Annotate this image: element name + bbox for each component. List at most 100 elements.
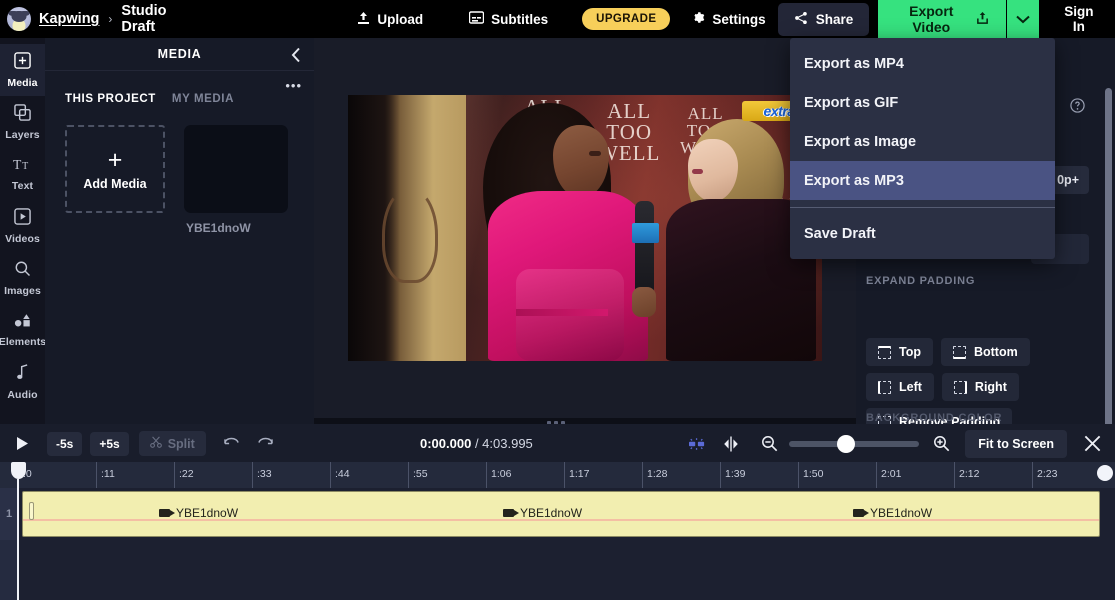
help-icon[interactable] [1070,98,1085,118]
menu-divider [790,207,1055,208]
media-asset-item[interactable]: YBE1dnoW [184,125,288,235]
play-button[interactable] [10,432,34,456]
media-tabs: THIS PROJECT MY MEDIA ••• [45,71,314,105]
time-separator: / [471,436,483,451]
ruler-tick: 2:12 [954,462,979,488]
clip-name: YBE1dnoW [520,506,583,520]
ruler-tick: 2:01 [876,462,901,488]
video-clip-icon [159,509,175,517]
subtitles-label: Subtitles [491,11,549,27]
sidebar-item-media[interactable]: Media [0,44,45,96]
interviewer-body [488,191,648,361]
microphone [635,201,654,295]
videos-icon [14,207,31,230]
sidebar-item-audio[interactable]: Audio [0,356,45,408]
upgrade-button[interactable]: UPGRADE [582,8,671,30]
video-clip-icon [503,509,519,517]
media-overflow-button[interactable]: ••• [285,79,302,92]
timeline-clip[interactable]: YBE1dnoW YBE1dnoW YBE1dnoW [22,491,1100,537]
menu-item-export-image[interactable]: Export as Image [790,122,1055,161]
menu-item-export-mp3[interactable]: Export as MP3 [790,161,1055,200]
undo-button[interactable] [220,433,244,455]
padding-top-button[interactable]: Top [866,338,933,366]
tab-this-project[interactable]: THIS PROJECT [65,93,156,105]
transport-bar: -5s +5s Split 0:00.000 / 4:03.995 Fit to… [0,424,1115,462]
zoom-slider-knob[interactable] [837,434,856,453]
clip-trim-handle[interactable] [29,502,34,520]
sidebar-item-label: Elements [0,335,47,348]
playhead[interactable] [11,462,26,600]
sidebar-item-elements[interactable]: Elements [0,304,47,356]
sidebar-item-label: Images [4,284,41,297]
padding-bottom-label: Bottom [973,345,1018,359]
media-thumbnail[interactable] [184,125,288,213]
upload-button[interactable]: Upload [345,5,435,34]
text-icon: TT [13,157,33,177]
subtitles-button[interactable]: Subtitles [457,5,560,33]
padding-left-button[interactable]: Left [866,373,934,401]
collapse-panel-button[interactable] [288,45,304,68]
padding-right-button[interactable]: Right [941,373,1019,401]
tab-my-media[interactable]: MY MEDIA [172,93,234,105]
add-media-label: Add Media [83,176,147,191]
current-time: 0:00.000 [420,436,472,451]
fit-to-screen-button[interactable]: Fit to Screen [965,429,1067,458]
sidebar-item-videos[interactable]: Videos [0,200,45,252]
playhead-handle[interactable] [11,462,26,479]
preview-canvas[interactable]: ALLTOOWELL ALLTOOWELL ALLTOOWELL ALLTOOW… [314,38,856,418]
sidebar-item-text[interactable]: TT Text [0,148,45,200]
export-video-button[interactable]: Export Video [878,0,1007,43]
padding-top-icon [878,345,891,359]
close-timeline-button[interactable] [1077,431,1107,457]
export-dropdown-menu: Export as MP4 Export as GIF Export as Im… [790,38,1055,259]
properties-scrollbar[interactable] [1105,88,1112,424]
split-button[interactable]: Split [138,431,206,456]
share-icon [794,11,808,28]
timeline-track-row: 1 YBE1dnoW YBE1dnoW YBE1dnoW [0,488,1115,540]
back-5s-button[interactable]: -5s [47,431,83,456]
padding-bottom-button[interactable]: Bottom [940,338,1030,366]
total-time: 4:03.995 [482,436,533,451]
playhead-line [17,479,19,600]
magnetic-snap-button[interactable] [684,432,710,456]
timeline[interactable]: :0 :11 :22 :33 :44 :55 1:06 1:17 1:28 1:… [0,462,1115,600]
settings-button[interactable]: Settings [680,5,777,33]
split-label: Split [167,436,195,451]
background-color-label: BACKGROUND COLOR [866,412,1003,424]
video-frame[interactable]: ALLTOOWELL ALLTOOWELL ALLTOOWELL ALLTOOW… [348,95,822,361]
padding-row-2: Left Right [866,373,1019,401]
timeline-ruler[interactable]: :0 :11 :22 :33 :44 :55 1:06 1:17 1:28 1:… [0,462,1115,488]
zoom-out-button[interactable] [756,432,782,456]
share-button[interactable]: Share [777,2,870,36]
split-view-button[interactable] [718,432,744,456]
video-clip-icon [853,509,869,517]
redo-button[interactable] [254,433,278,455]
app-header: Kapwing › Studio Draft Upload Subtitles … [0,0,1115,43]
timeline-end-handle[interactable] [1097,465,1113,481]
sidebar-item-label: Audio [7,388,38,401]
header-center-actions: Upload Subtitles UPGRADE Settings [345,5,777,34]
header-right-actions: Share Export Video Sign In [777,0,1115,43]
sign-in-button[interactable]: Sign In [1051,0,1107,40]
padding-row-1: Top Bottom [866,338,1030,366]
menu-item-export-mp4[interactable]: Export as MP4 [790,44,1055,83]
audio-icon [16,363,30,386]
clip-label: YBE1dnoW [503,506,582,520]
zoom-in-button[interactable] [928,432,954,456]
forward-5s-button[interactable]: +5s [90,431,129,456]
sidebar-item-layers[interactable]: Layers [0,96,45,148]
menu-item-export-gif[interactable]: Export as GIF [790,83,1055,122]
tool-rail: Media Layers TT Text Videos Images Eleme… [0,38,47,424]
images-icon [14,260,31,282]
sidebar-item-images[interactable]: Images [0,252,45,304]
ruler-tick: 2:23 [1032,462,1057,488]
padding-right-icon [953,380,967,394]
export-dropdown-toggle[interactable] [1007,0,1039,43]
brand-link[interactable]: Kapwing [39,11,99,27]
ruler-tick: 1:28 [642,462,667,488]
media-panel-header: MEDIA [45,38,314,71]
menu-item-save-draft[interactable]: Save Draft [790,214,1055,253]
add-media-button[interactable]: + Add Media [65,125,165,213]
zoom-slider[interactable] [789,434,920,453]
avatar[interactable] [7,7,31,31]
